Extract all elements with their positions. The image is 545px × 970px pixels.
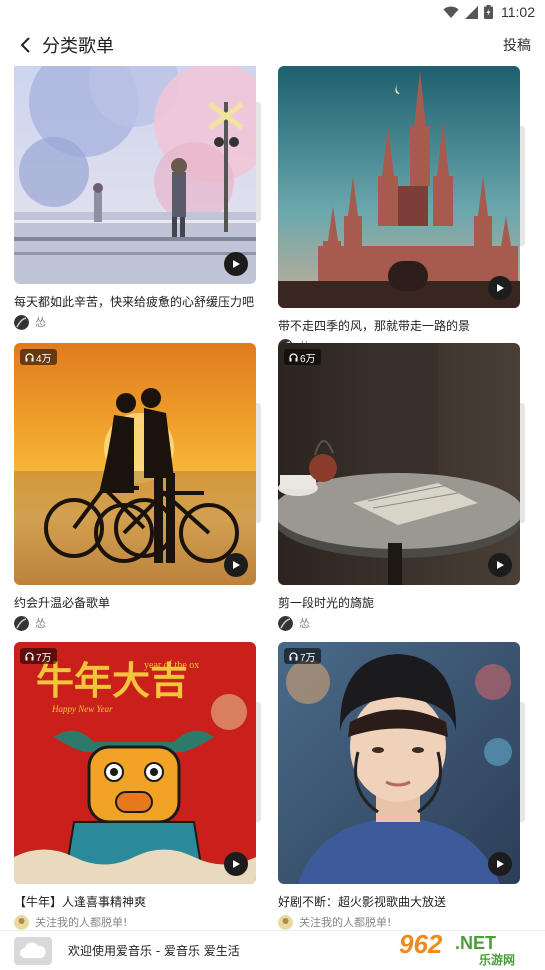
author-name: 怂 — [299, 617, 310, 630]
play-button[interactable] — [488, 553, 512, 577]
playlist-name[interactable]: 剪一段时光的旖旎 — [278, 594, 520, 611]
author-name: 关注我的人都脱单! — [35, 916, 128, 929]
play-icon — [497, 561, 504, 569]
player-message: 欢迎使用爱音乐 - 爱音乐 爱生活 — [68, 944, 240, 958]
playlist-grid: 每天都如此辛苦，快来给疲惫的心舒缓压力吧 怂 带不走四季的风，那就带走一路的景 … — [0, 66, 545, 930]
cloud-icon — [20, 941, 46, 958]
headphone-icon — [289, 352, 298, 361]
play-button[interactable] — [488, 276, 512, 300]
play-icon — [497, 860, 504, 868]
playlist-cover[interactable]: 7万 — [278, 642, 520, 884]
playlist-name[interactable]: 每天都如此辛苦，快来给疲惫的心舒缓压力吧 — [14, 293, 256, 310]
play-button[interactable] — [224, 852, 248, 876]
clock: 11:02 — [501, 4, 535, 20]
play-icon — [233, 260, 240, 268]
playlist-name[interactable]: 【牛年】人逢喜事精神爽 — [14, 893, 256, 910]
card-stack-edge — [256, 702, 261, 822]
playlist-name[interactable]: 带不走四季的风，那就带走一路的景 — [278, 317, 520, 334]
play-button[interactable] — [224, 553, 248, 577]
play-count: 6万 — [300, 353, 316, 365]
playlist-card[interactable]: 每天都如此辛苦，快来给疲惫的心舒缓压力吧 怂 — [14, 66, 261, 330]
playlist-author: 关注我的人都脱单! — [14, 914, 256, 930]
playlist-author: 怂 — [14, 314, 256, 330]
cover-cafe-table — [278, 343, 520, 585]
avatar — [278, 615, 293, 631]
play-icon — [233, 561, 240, 569]
playlist-cover[interactable]: 6万 — [278, 343, 520, 585]
status-bar: 11:02 — [0, 0, 545, 24]
headphone-icon — [289, 651, 298, 660]
watermark-number: 962 — [399, 929, 443, 959]
signal-icon — [465, 5, 478, 19]
playlist-card[interactable]: 带不走四季的风，那就带走一路的景 怂 — [278, 66, 525, 354]
playlist-cover[interactable]: 4万 — [14, 343, 256, 585]
avatar — [14, 314, 29, 330]
avatar — [278, 914, 293, 930]
cover-portrait — [278, 642, 520, 884]
card-stack-edge — [520, 126, 525, 246]
chevron-left-icon — [20, 37, 30, 53]
playlist-author: 怂 — [278, 615, 520, 631]
ox-year-greeting: Happy New Year — [51, 704, 113, 714]
cover-ox-year: 牛年大吉 year of the ox Happy New Year — [14, 642, 256, 884]
playlist-name[interactable]: 好剧不断：超火影视歌曲大放送 — [278, 893, 520, 910]
cover-sunset — [14, 343, 256, 585]
battery-icon — [484, 5, 493, 19]
cover-castle — [278, 66, 520, 308]
submit-button[interactable]: 投稿 — [503, 35, 531, 55]
play-count: 4万 — [36, 353, 52, 365]
page-title: 分类歌单 — [42, 36, 114, 57]
playlist-cover[interactable] — [14, 66, 256, 284]
site-watermark: 962 .NET 乐游网 — [399, 929, 515, 967]
headphone-icon — [25, 352, 34, 361]
play-count-badge: 7万 — [284, 648, 321, 664]
avatar — [14, 914, 29, 930]
playlist-cover[interactable]: 牛年大吉 year of the ox Happy New Year 7万 — [14, 642, 256, 884]
cover-railway — [14, 66, 256, 284]
back-button[interactable] — [14, 34, 36, 56]
card-stack-edge — [256, 403, 261, 523]
watermark-net: .NET — [455, 933, 496, 953]
play-icon — [497, 284, 504, 292]
playlist-card[interactable]: 4万 约会升温必备歌单 怂 — [14, 343, 261, 631]
wifi-icon — [443, 6, 459, 18]
play-count-badge: 4万 — [20, 349, 57, 365]
playlist-card[interactable]: 牛年大吉 year of the ox Happy New Year 7万 【牛… — [14, 642, 261, 930]
play-button[interactable] — [488, 852, 512, 876]
watermark-sub: 乐游网 — [479, 952, 515, 967]
mini-player[interactable]: 欢迎使用爱音乐 - 爱音乐 爱生活 962 .NET 乐游网 — [0, 929, 545, 970]
play-count-badge: 6万 — [284, 349, 321, 365]
author-name: 怂 — [35, 617, 46, 630]
playlist-cover[interactable] — [278, 66, 520, 308]
player-cover[interactable] — [14, 936, 52, 965]
play-icon — [233, 860, 240, 868]
playlist-card[interactable]: 6万 剪一段时光的旖旎 怂 — [278, 343, 525, 631]
author-name: 怂 — [35, 316, 46, 329]
card-stack-edge — [520, 403, 525, 523]
play-count: 7万 — [300, 652, 316, 664]
playlist-name[interactable]: 约会升温必备歌单 — [14, 594, 256, 611]
avatar — [14, 615, 29, 631]
playlist-author: 怂 — [14, 615, 256, 631]
headphone-icon — [25, 651, 34, 660]
app-bar: 分类歌单 投稿 — [0, 24, 545, 66]
author-name: 关注我的人都脱单! — [299, 916, 392, 929]
card-stack-edge — [520, 702, 525, 822]
play-button[interactable] — [224, 252, 248, 276]
play-count: 7万 — [36, 652, 52, 664]
card-stack-edge — [256, 102, 261, 222]
ox-year-english: year of the ox — [144, 660, 199, 671]
play-count-badge: 7万 — [20, 648, 57, 664]
playlist-card[interactable]: 7万 好剧不断：超火影视歌曲大放送 关注我的人都脱单! — [278, 642, 525, 930]
